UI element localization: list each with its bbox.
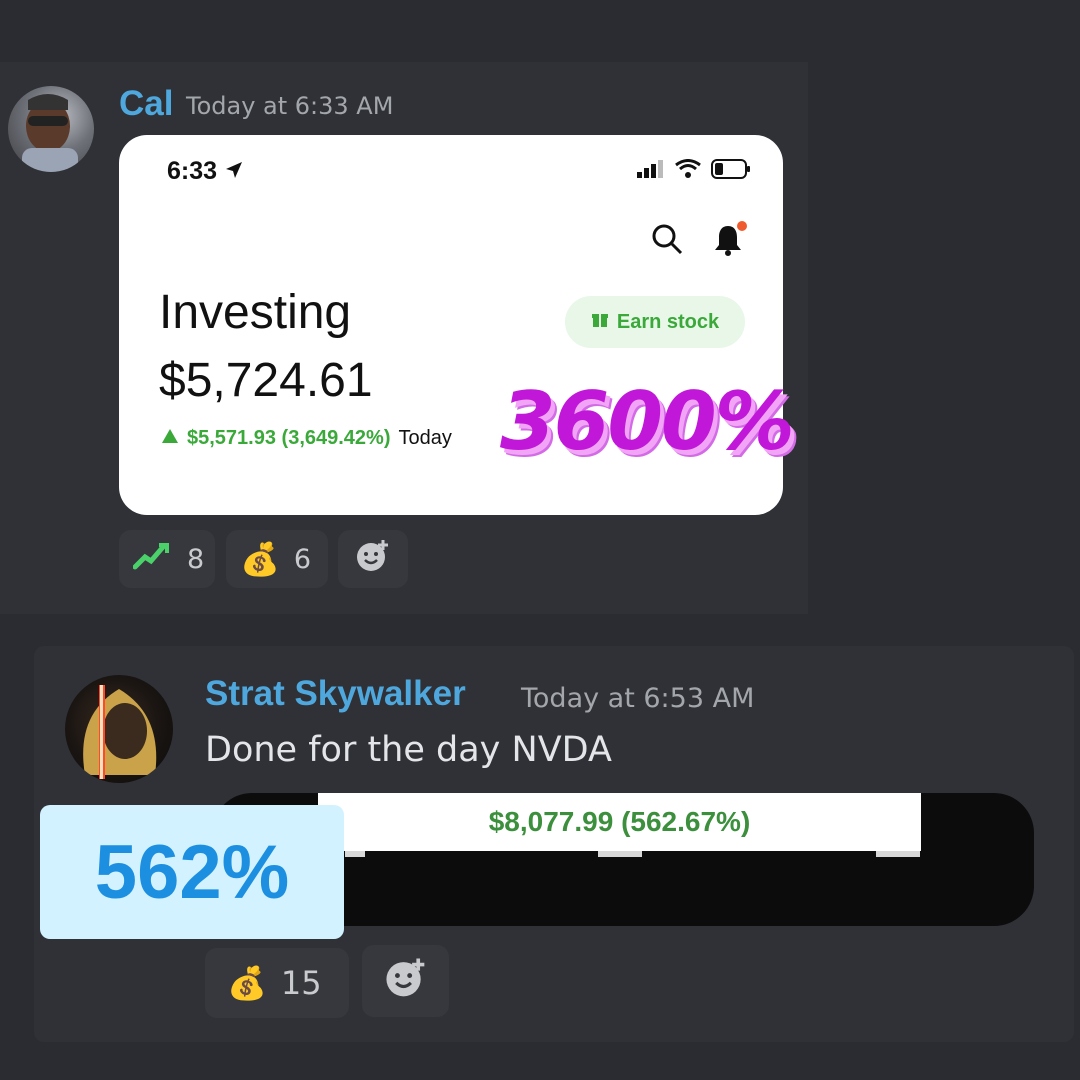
avatar-photo [22, 94, 78, 172]
add-reaction-icon [355, 538, 391, 581]
location-arrow-icon [224, 158, 244, 187]
reaction-money-bag[interactable]: 💰 6 [226, 530, 328, 588]
earn-stock-button[interactable]: Earn stock [565, 296, 745, 348]
status-bar-icons [637, 159, 751, 184]
notification-dot [737, 221, 747, 231]
chart-up-icon [132, 541, 173, 578]
reaction-money-bag[interactable]: 💰 15 [205, 948, 349, 1018]
timestamp: Today at 6:33 AM [186, 92, 394, 120]
change-period: Today [398, 427, 452, 449]
avatar[interactable] [65, 675, 173, 783]
gift-icon [591, 310, 609, 334]
username[interactable]: Cal [119, 84, 173, 124]
portfolio-value: $5,724.61 [159, 354, 373, 407]
cellular-signal-icon [637, 160, 665, 183]
money-bag-icon: 💰 [227, 964, 267, 1002]
reaction-count: 8 [187, 543, 205, 575]
wifi-icon [675, 159, 701, 184]
timestamp: Today at 6:53 AM [521, 683, 755, 714]
username[interactable]: Strat Skywalker [205, 674, 466, 714]
search-icon[interactable] [651, 223, 683, 262]
bell-icon[interactable] [713, 221, 747, 262]
page-title: Investing [159, 286, 352, 339]
divider [876, 851, 920, 857]
avatar[interactable] [8, 86, 94, 172]
battery-icon [711, 159, 751, 184]
reaction-count: 6 [293, 543, 312, 575]
reaction-count: 15 [280, 964, 322, 1002]
change-amount: $5,571.93 (3,649.42%) [187, 427, 391, 449]
up-triangle-icon [161, 427, 179, 450]
reaction-chart-up[interactable]: 8 [119, 530, 215, 588]
avatar-photo [83, 685, 157, 779]
add-reaction-button[interactable] [362, 945, 449, 1017]
divider [345, 851, 365, 857]
status-bar-time: 6:33 [167, 157, 244, 187]
attachment-gain-text: $8,077.99 (562.67%) [318, 793, 921, 851]
message-text: Done for the day NVDA [205, 730, 612, 770]
money-bag-icon: 💰 [240, 540, 280, 578]
app-header-icons [651, 221, 747, 262]
add-reaction-icon [384, 956, 428, 1007]
earn-stock-label: Earn stock [616, 310, 720, 333]
daily-change: $5,571.93 (3,649.42%) Today [161, 427, 452, 450]
add-reaction-button[interactable] [338, 530, 408, 588]
percent-overlay: 562% [40, 805, 344, 939]
percent-overlay: 3600% [500, 375, 795, 468]
divider [598, 851, 642, 857]
